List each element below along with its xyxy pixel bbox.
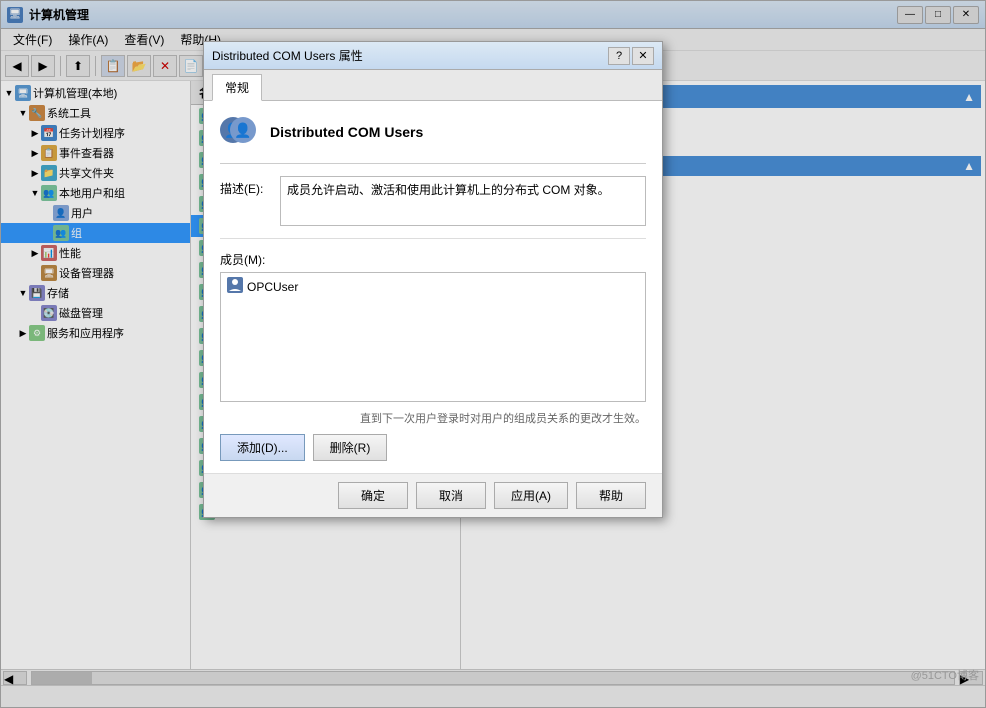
- dialog-help-btn[interactable]: ?: [608, 47, 630, 65]
- members-section: 成员(M): OPCUser: [220, 251, 646, 402]
- member-item[interactable]: OPCUser: [223, 275, 643, 298]
- remove-button[interactable]: 删除(R): [313, 434, 388, 461]
- desc-label: 描述(E):: [220, 176, 280, 197]
- group-large-icon: 👤 👤: [220, 113, 258, 151]
- desc-box[interactable]: 成员允许启动、激活和使用此计算机上的分布式 COM 对象。: [280, 176, 646, 226]
- help-footer-button[interactable]: 帮助: [576, 482, 646, 509]
- properties-dialog: Distributed COM Users 属性 ? ✕ 常规 👤 👤: [203, 41, 663, 518]
- dialog-title: Distributed COM Users 属性: [212, 47, 608, 64]
- tab-general[interactable]: 常规: [212, 74, 262, 101]
- members-note: 直到下一次用户登录时对用户的组成员关系的更改才生效。: [220, 410, 646, 426]
- dialog-close-btn[interactable]: ✕: [632, 47, 654, 65]
- ok-button[interactable]: 确定: [338, 482, 408, 509]
- dialog-title-bar: Distributed COM Users 属性 ? ✕: [204, 42, 662, 70]
- dialog-title-buttons: ? ✕: [608, 47, 654, 65]
- members-buttons: 添加(D)... 删除(R): [220, 434, 646, 461]
- dialog-tabs: 常规: [204, 70, 662, 101]
- dialog-footer: 确定 取消 应用(A) 帮助: [204, 473, 662, 517]
- member-name: OPCUser: [247, 280, 298, 294]
- members-list: OPCUser: [220, 272, 646, 402]
- apply-button[interactable]: 应用(A): [494, 482, 568, 509]
- desc-section: 描述(E): 成员允许启动、激活和使用此计算机上的分布式 COM 对象。: [220, 176, 646, 239]
- main-window: 🖥 计算机管理 — □ ✕ 文件(F) 操作(A) 查看(V) 帮助(H) ◀ …: [0, 0, 986, 708]
- group-display-name: Distributed COM Users: [270, 124, 423, 140]
- cancel-button[interactable]: 取消: [416, 482, 486, 509]
- dialog-backdrop: Distributed COM Users 属性 ? ✕ 常规 👤 👤: [1, 1, 985, 707]
- dialog-content: 👤 👤 Distributed COM Users 描述(E): 成员允许启动、…: [204, 101, 662, 473]
- members-label: 成员(M):: [220, 251, 646, 268]
- group-header: 👤 👤 Distributed COM Users: [220, 113, 646, 164]
- member-icon: [227, 277, 243, 296]
- add-button[interactable]: 添加(D)...: [220, 434, 305, 461]
